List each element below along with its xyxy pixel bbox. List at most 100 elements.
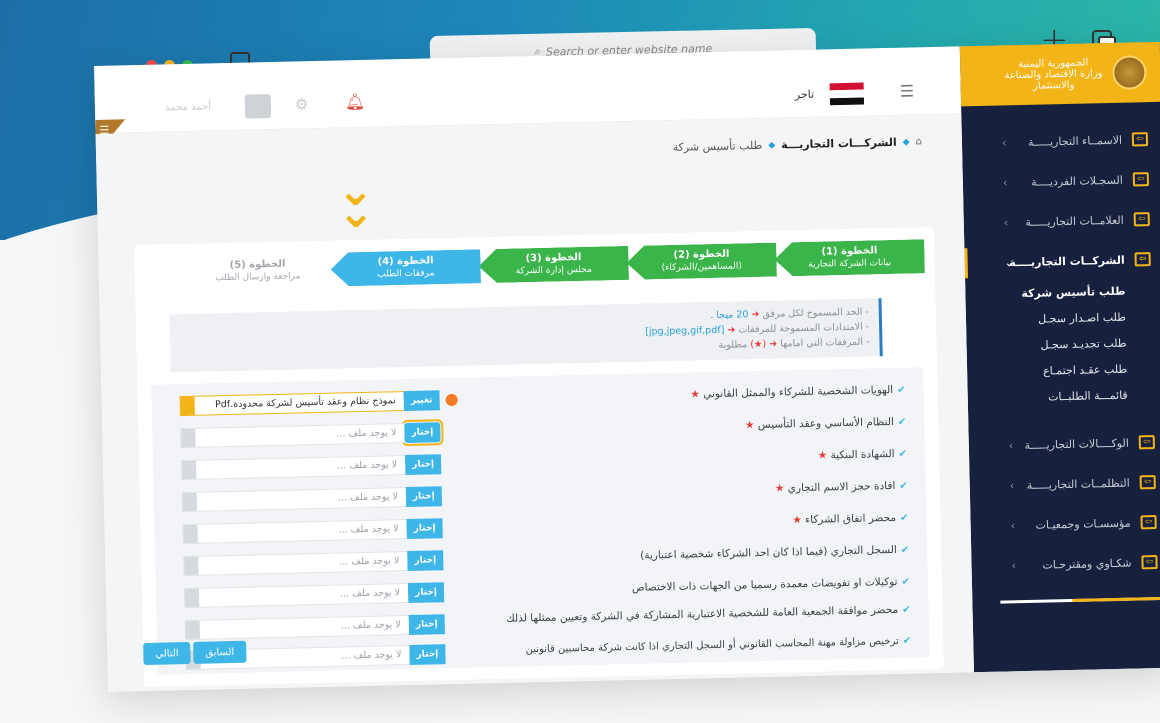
file-upload-row: لا يوجد ملف ... إختار xyxy=(183,582,445,609)
sidebar-scrollbar[interactable] xyxy=(1000,596,1160,604)
file-handle xyxy=(184,588,200,608)
arrow-icon: ➜ xyxy=(751,308,760,321)
step-subtitle: بيانات الشركة التجارية xyxy=(808,257,892,270)
choose-file-button[interactable]: إختار xyxy=(405,486,443,508)
avatar[interactable] xyxy=(244,93,272,119)
step-4[interactable]: الخطوة (4) مرفقات الطلب xyxy=(330,249,481,286)
file-name-field[interactable]: لا يوجد ملف ... xyxy=(180,423,405,449)
step-1[interactable]: الخطوة (1) بيانات الشركة التجارية xyxy=(774,239,925,276)
sign-in-icon: ⇦ xyxy=(1138,435,1155,450)
sidebar-item-individual-records[interactable]: ‹ السجـلات الفرديــــة ⇦ xyxy=(963,164,1160,199)
arrow-icon: ➜ xyxy=(727,324,736,336)
file-upload-row: لا يوجد ملف ... إختار xyxy=(181,486,443,513)
subitem-issue-record[interactable]: طلب اصـدار سجـل xyxy=(1038,311,1126,326)
requirement-label: الشهادة البنكية xyxy=(830,447,895,462)
file-name-field[interactable]: لا يوجد ملف ... xyxy=(181,487,407,513)
step-2[interactable]: الخطوة (2) (المساهمين/الشركاء) xyxy=(626,243,777,280)
file-handle xyxy=(182,492,198,512)
main-content: ⌂ ◆ الشركـــات التجاريـــة ◆ طلب تأسيس ش… xyxy=(95,114,974,692)
sidebar-item-label: السجـلات الفرديــــة xyxy=(1030,173,1123,189)
file-name: لا يوجد ملف ... xyxy=(339,587,401,600)
file-upload-row: لا يوجد ملف ... إختار xyxy=(180,419,444,449)
subitem-renew-record[interactable]: طلب تجديـد سجـل xyxy=(1040,337,1126,352)
choose-file-button[interactable]: إختار xyxy=(401,419,444,447)
file-handle xyxy=(180,396,195,416)
note-text: - الحد المسموح لكل مرفق xyxy=(762,306,869,320)
sidebar-item-label: شكـاوي ومقترحـات xyxy=(1042,556,1132,572)
sidebar-item-grievances[interactable]: ‹ التظلمــات التجاريـــــة ⇦ xyxy=(969,467,1160,502)
requirement-label: ترخيص مزاولة مهنة المحاسب القانوني أو ال… xyxy=(525,635,899,656)
subitem-meeting-request[interactable]: طلب عقـد اجتمـاع xyxy=(1043,363,1127,378)
note-text: - الامتدادات المسموحة للمرفقات xyxy=(738,321,870,336)
check-icon: ✔ xyxy=(902,635,912,647)
note-text: مطلوبة xyxy=(718,339,748,351)
sidebar: الجمهورية اليمنية وزارة الاقتصاد والصناع… xyxy=(959,41,1160,673)
chevron-left-icon: ‹ xyxy=(1003,215,1009,229)
breadcrumb-section[interactable]: الشركـــات التجاريـــة xyxy=(781,136,897,152)
sidebar-item-institutions[interactable]: ‹ مؤسسـات وجمعيـات ⇦ xyxy=(970,507,1160,542)
check-icon: ✔ xyxy=(898,448,908,460)
ministry-line-3: والاستثمار xyxy=(1032,79,1075,92)
sidebar-item-label: الاسمــاء التجاريـــــة xyxy=(1027,133,1123,149)
choose-file-button[interactable]: إختار xyxy=(409,644,446,665)
file-name-field[interactable]: لا يوجد ملف ... xyxy=(182,519,407,545)
required-star: (★) xyxy=(750,338,767,351)
subitem-requests-list[interactable]: قائمـــة الطلبــات xyxy=(1048,389,1128,404)
change-file-button[interactable]: تغيير xyxy=(403,390,440,412)
gear-icon[interactable]: ⚙ xyxy=(295,95,309,113)
file-upload-row: لا يوجد ملف ... إختار xyxy=(182,518,443,545)
app-window: ☰ أحمد محمد ⚙ 🔔︎ تاجر ☰ الجمهورية اليمني… xyxy=(94,41,1160,692)
sidebar-item-trademarks[interactable]: ‹ العلامــات التجاريـــــة ⇦ xyxy=(963,204,1160,239)
choose-file-button[interactable]: إختار xyxy=(407,550,444,572)
sidebar-item-agencies[interactable]: ‹ الوكــــالات التجاريـــــة ⇦ xyxy=(969,427,1160,462)
file-name-field[interactable]: لا يوجد ملف ... xyxy=(183,583,409,609)
file-name: لا يوجد ملف ... xyxy=(336,427,397,440)
merchant-label: تاجر xyxy=(794,87,815,102)
requirement-label: توكيلات او تفويضات معمدة رسميا من الجهات… xyxy=(631,575,898,594)
ministry-header: الجمهورية اليمنية وزارة الاقتصاد والصناع… xyxy=(959,41,1160,107)
breadcrumb-current: طلب تأسيس شركة xyxy=(672,138,763,154)
attachments-panel: ✔ الهويات الشخصية للشركاء والممثل القانون… xyxy=(151,367,930,675)
required-star: ★ xyxy=(744,419,755,432)
step-3[interactable]: الخطوة (3) مجلس إدارة الشركة xyxy=(478,246,629,283)
check-icon: ✔ xyxy=(899,480,908,492)
requirement-item: ✔افادة حجز الاسم التجاري ★ xyxy=(478,476,908,507)
status-dot xyxy=(445,393,458,407)
file-name-field[interactable]: لا يوجد ملف ... xyxy=(183,551,408,577)
next-button[interactable]: التالي xyxy=(143,641,191,666)
home-icon[interactable]: ⌂ xyxy=(915,136,922,147)
sign-in-icon: ⇦ xyxy=(1133,212,1150,227)
choose-file-button[interactable]: إختار xyxy=(407,582,445,604)
sidebar-item-companies[interactable]: ⌄ الشركــات التجاريــــة ⇦ xyxy=(964,244,1160,279)
requirement-item: ✔محضر اتفاق الشركاء ★ xyxy=(478,508,908,539)
choose-file-button[interactable]: إختار xyxy=(408,614,445,636)
file-name: لا يوجد ملف ... xyxy=(336,459,398,472)
sign-in-icon: ⇦ xyxy=(1134,252,1151,267)
step-5[interactable]: الخطوة (5) مراجعة وارسال الطلب xyxy=(182,253,333,290)
requirement-item: ✔الشهادة البنكية ★ xyxy=(477,444,907,475)
sidebar-item-complaints[interactable]: ‹ شكـاوي ومقترحـات ⇦ xyxy=(971,547,1160,582)
user-name[interactable]: أحمد محمد xyxy=(165,101,211,113)
sign-in-icon: ⇦ xyxy=(1140,515,1157,530)
file-name-field[interactable]: لا يوجد ملف ... xyxy=(180,455,406,481)
hamburger-icon[interactable]: ☰ xyxy=(900,81,915,100)
yemen-flag-icon xyxy=(829,82,865,106)
requirement-label: الهويات الشخصية للشركاء والممثل القانوني xyxy=(703,383,894,401)
ministry-name: الجمهورية اليمنية وزارة الاقتصاد والصناع… xyxy=(1004,57,1103,92)
choose-file-button[interactable]: إختار xyxy=(406,518,443,540)
sidebar-item-label: التظلمــات التجاريـــــة xyxy=(1026,476,1130,492)
file-name-field[interactable]: لا يوجد ملف ... xyxy=(184,615,409,641)
choose-file-button[interactable]: إختار xyxy=(404,454,442,476)
check-icon: ✔ xyxy=(900,544,910,556)
sidebar-item-label: الشركــات التجاريــــة xyxy=(1009,253,1125,269)
sidebar-item-trade-names[interactable]: ‹ الاسمــاء التجاريـــــة ⇦ xyxy=(962,124,1160,159)
chevron-left-icon: ‹ xyxy=(1002,175,1008,189)
subitem-company-registration[interactable]: طلب تأسيس شركة xyxy=(1021,285,1125,300)
bell-icon[interactable]: 🔔︎ xyxy=(345,92,366,111)
file-name: لا يوجد ملف ... xyxy=(337,491,398,504)
file-name-field[interactable]: نموذج نظام وعقد تأسيس لشركة محدودة.Pdf xyxy=(179,391,404,417)
previous-button[interactable]: السابق xyxy=(193,640,247,664)
file-upload-row: لا يوجد ملف ... إختار xyxy=(183,550,444,577)
emblem-logo xyxy=(1112,55,1147,90)
breadcrumb-separator: ◆ xyxy=(902,137,910,148)
